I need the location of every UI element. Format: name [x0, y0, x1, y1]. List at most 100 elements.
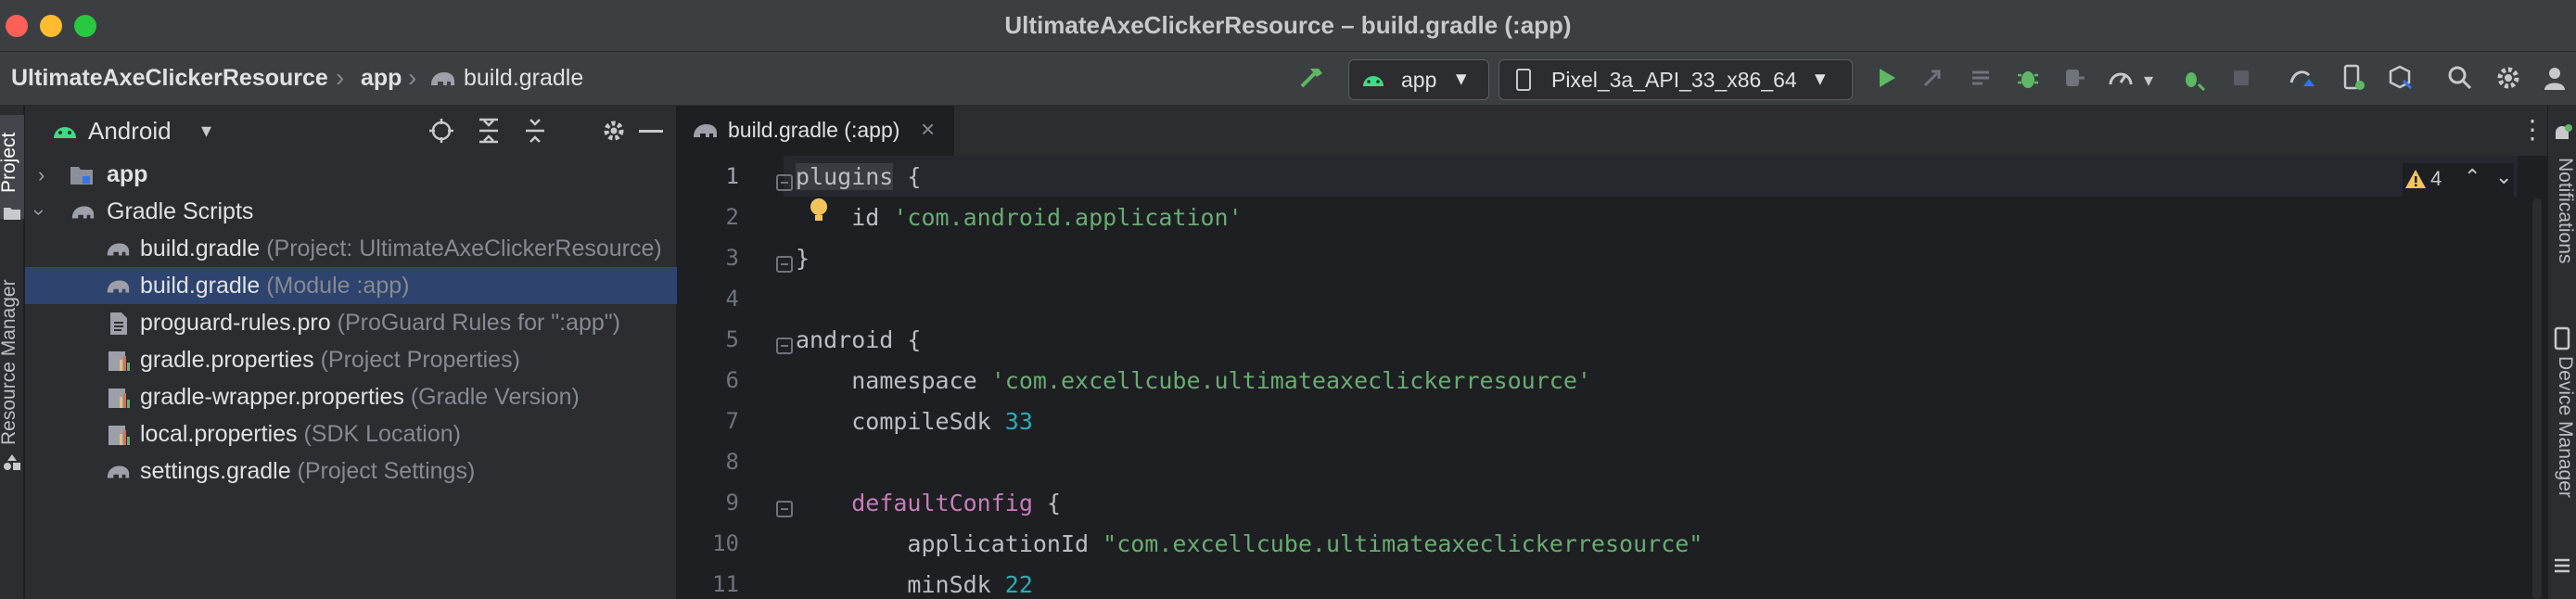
code-line-1[interactable]: plugins {	[796, 163, 921, 190]
line-number: 9	[725, 490, 739, 516]
tree-item-label: proguard-rules.pro	[140, 310, 331, 336]
tree-item-proguard-rules[interactable]: proguard-rules.pro (ProGuard Rules for "…	[25, 304, 677, 341]
tree-item-gradle-scripts[interactable]: › Gradle Scripts	[25, 193, 677, 230]
collapse-all-icon[interactable]	[521, 117, 549, 145]
sdk-manager-icon[interactable]	[2385, 62, 2417, 94]
code-line-2[interactable]: id 'com.android.application'	[796, 204, 1242, 231]
chevron-down-icon[interactable]: ›	[28, 209, 52, 215]
line-number: 4	[725, 286, 739, 312]
code-string: "com.excellcube.ultimateaxeclickerresour…	[1103, 530, 1703, 557]
hammer-build-icon[interactable]	[1296, 62, 1328, 94]
debug-attach-bug-icon[interactable]	[2177, 62, 2209, 94]
tree-item-label: build.gradle	[140, 273, 261, 299]
right-tool-strip: Notifications Device Manager	[2547, 106, 2576, 599]
gear-icon[interactable]	[2493, 62, 2524, 94]
tree-item-label: settings.gradle	[140, 458, 291, 484]
code-number: 22	[1004, 571, 1033, 598]
inspection-widget[interactable]: 4 ⌃ ⌄	[2403, 163, 2514, 197]
breadcrumb-file[interactable]: build.gradle	[464, 65, 583, 92]
fold-marker-icon[interactable]	[776, 174, 793, 191]
title-bar: UltimateAxeClickerResource – build.gradl…	[0, 0, 2576, 52]
run-icon[interactable]	[1870, 62, 1902, 94]
gradle-elephant-icon	[70, 200, 95, 224]
line-number: 7	[725, 408, 739, 434]
line-number: 1	[725, 163, 739, 189]
breadcrumb-module[interactable]: app	[361, 65, 402, 92]
code-line-6[interactable]: namespace 'com.excellcube.ultimateaxecli…	[796, 367, 1591, 394]
close-tab-icon[interactable]: ×	[921, 115, 935, 144]
notifications-bell-icon[interactable]	[2551, 122, 2573, 145]
tree-item-label: gradle-wrapper.properties	[140, 384, 404, 410]
fold-marker-icon[interactable]	[776, 501, 793, 517]
breadcrumb-project[interactable]: UltimateAxeClickerResource	[11, 65, 328, 92]
stop-icon[interactable]	[2225, 62, 2257, 94]
apply-changes-restart-icon[interactable]	[1917, 62, 1948, 94]
gradle-elephant-icon	[105, 460, 130, 484]
tab-project[interactable]: Project	[0, 133, 20, 193]
attach-debugger-icon[interactable]	[2059, 62, 2090, 94]
chevron-down-icon[interactable]: ▾	[201, 119, 211, 143]
code-line-5[interactable]: android {	[796, 326, 921, 353]
line-number: 11	[712, 571, 739, 597]
project-panel: Android ▾ › app › Gradle Scripts build.g…	[25, 106, 677, 599]
tab-device-manager[interactable]: Device Manager	[2554, 356, 2576, 498]
tab-build-gradle-app[interactable]: build.gradle (:app) ×	[678, 106, 954, 159]
gear-icon[interactable]	[600, 117, 628, 145]
vertical-scrollbar[interactable]	[2532, 198, 2542, 599]
tree-item-gradle-properties[interactable]: gradle.properties (Project Properties)	[25, 341, 677, 378]
current-line-highlight	[784, 156, 2518, 197]
tree-item-gradle-wrapper-properties[interactable]: gradle-wrapper.properties (Gradle Versio…	[25, 378, 677, 415]
tree-item-app[interactable]: › app	[25, 156, 677, 193]
sync-gradle-icon[interactable]	[2287, 62, 2318, 94]
next-highlight-icon[interactable]: ⌄	[2495, 165, 2512, 189]
list-icon[interactable]	[2553, 556, 2571, 575]
code-editor: build.gradle (:app) × ⋮ 1 2 3 4 5 6 7 8 …	[678, 106, 2547, 599]
code-line-3[interactable]: }	[796, 245, 810, 272]
tree-item-build-gradle-project[interactable]: build.gradle (Project: UltimateAxeClicke…	[25, 230, 677, 267]
code-line-9[interactable]: defaultConfig {	[796, 490, 1061, 516]
code-line-11[interactable]: minSdk 22	[796, 571, 1033, 598]
tree-item-label: build.gradle	[140, 236, 261, 261]
properties-file-icon	[107, 386, 131, 410]
expand-all-icon[interactable]	[475, 117, 503, 145]
gradle-elephant-icon	[691, 119, 719, 143]
tab-resource-manager[interactable]: Resource Manager	[0, 279, 20, 445]
apply-code-changes-icon[interactable]	[1966, 62, 1997, 94]
run-configuration-dropdown[interactable]: app ▾	[1348, 59, 1489, 100]
android-icon	[1360, 68, 1386, 90]
device-manager-icon[interactable]	[2337, 62, 2368, 94]
device-manager-icon[interactable]	[2552, 326, 2572, 350]
fold-marker-icon[interactable]	[776, 338, 793, 354]
code-token: applicationId	[907, 530, 1103, 557]
code-token: defaultConfig	[851, 490, 1033, 516]
properties-file-icon	[107, 349, 131, 373]
previous-highlight-icon[interactable]: ⌃	[2464, 165, 2480, 189]
code-line-10[interactable]: applicationId "com.excellcube.ultimateax…	[796, 530, 1702, 557]
code-line-7[interactable]: compileSdk 33	[796, 408, 1033, 435]
line-number: 8	[725, 449, 739, 475]
tab-notifications[interactable]: Notifications	[2554, 158, 2576, 263]
more-vertical-icon[interactable]: ⋮	[2519, 117, 2545, 143]
code-token: minSdk	[907, 571, 1005, 598]
tree-item-hint: (Module :app)	[260, 273, 410, 299]
tree-item-hint: (Project Settings)	[290, 458, 476, 484]
fold-marker-icon[interactable]	[776, 256, 793, 273]
tree-item-build-gradle-module[interactable]: build.gradle (Module :app)	[25, 267, 677, 304]
project-view-selector[interactable]: Android	[88, 117, 172, 146]
code-token: }	[796, 245, 810, 272]
debug-bug-icon[interactable]	[2012, 62, 2044, 94]
locate-crosshair-icon[interactable]	[427, 117, 455, 145]
more-run-options-chevron-icon[interactable]: ▾	[2144, 69, 2153, 92]
code-token: {	[1032, 490, 1061, 516]
tree-item-local-properties[interactable]: local.properties (SDK Location)	[25, 415, 677, 452]
account-avatar-icon[interactable]	[2539, 62, 2570, 94]
hide-panel-minus-icon[interactable]	[639, 130, 663, 133]
tree-item-settings-gradle[interactable]: settings.gradle (Project Settings)	[25, 452, 677, 490]
tree-item-hint: (ProGuard Rules for ":app")	[330, 310, 620, 336]
search-icon[interactable]	[2444, 62, 2476, 94]
device-selector-dropdown[interactable]: Pixel_3a_API_33_x86_64 ▾	[1498, 59, 1853, 100]
chevron-right-icon[interactable]: ›	[38, 163, 45, 187]
line-number: 6	[725, 367, 739, 393]
line-number: 5	[725, 326, 739, 352]
profiler-gauge-icon[interactable]	[2105, 62, 2136, 94]
